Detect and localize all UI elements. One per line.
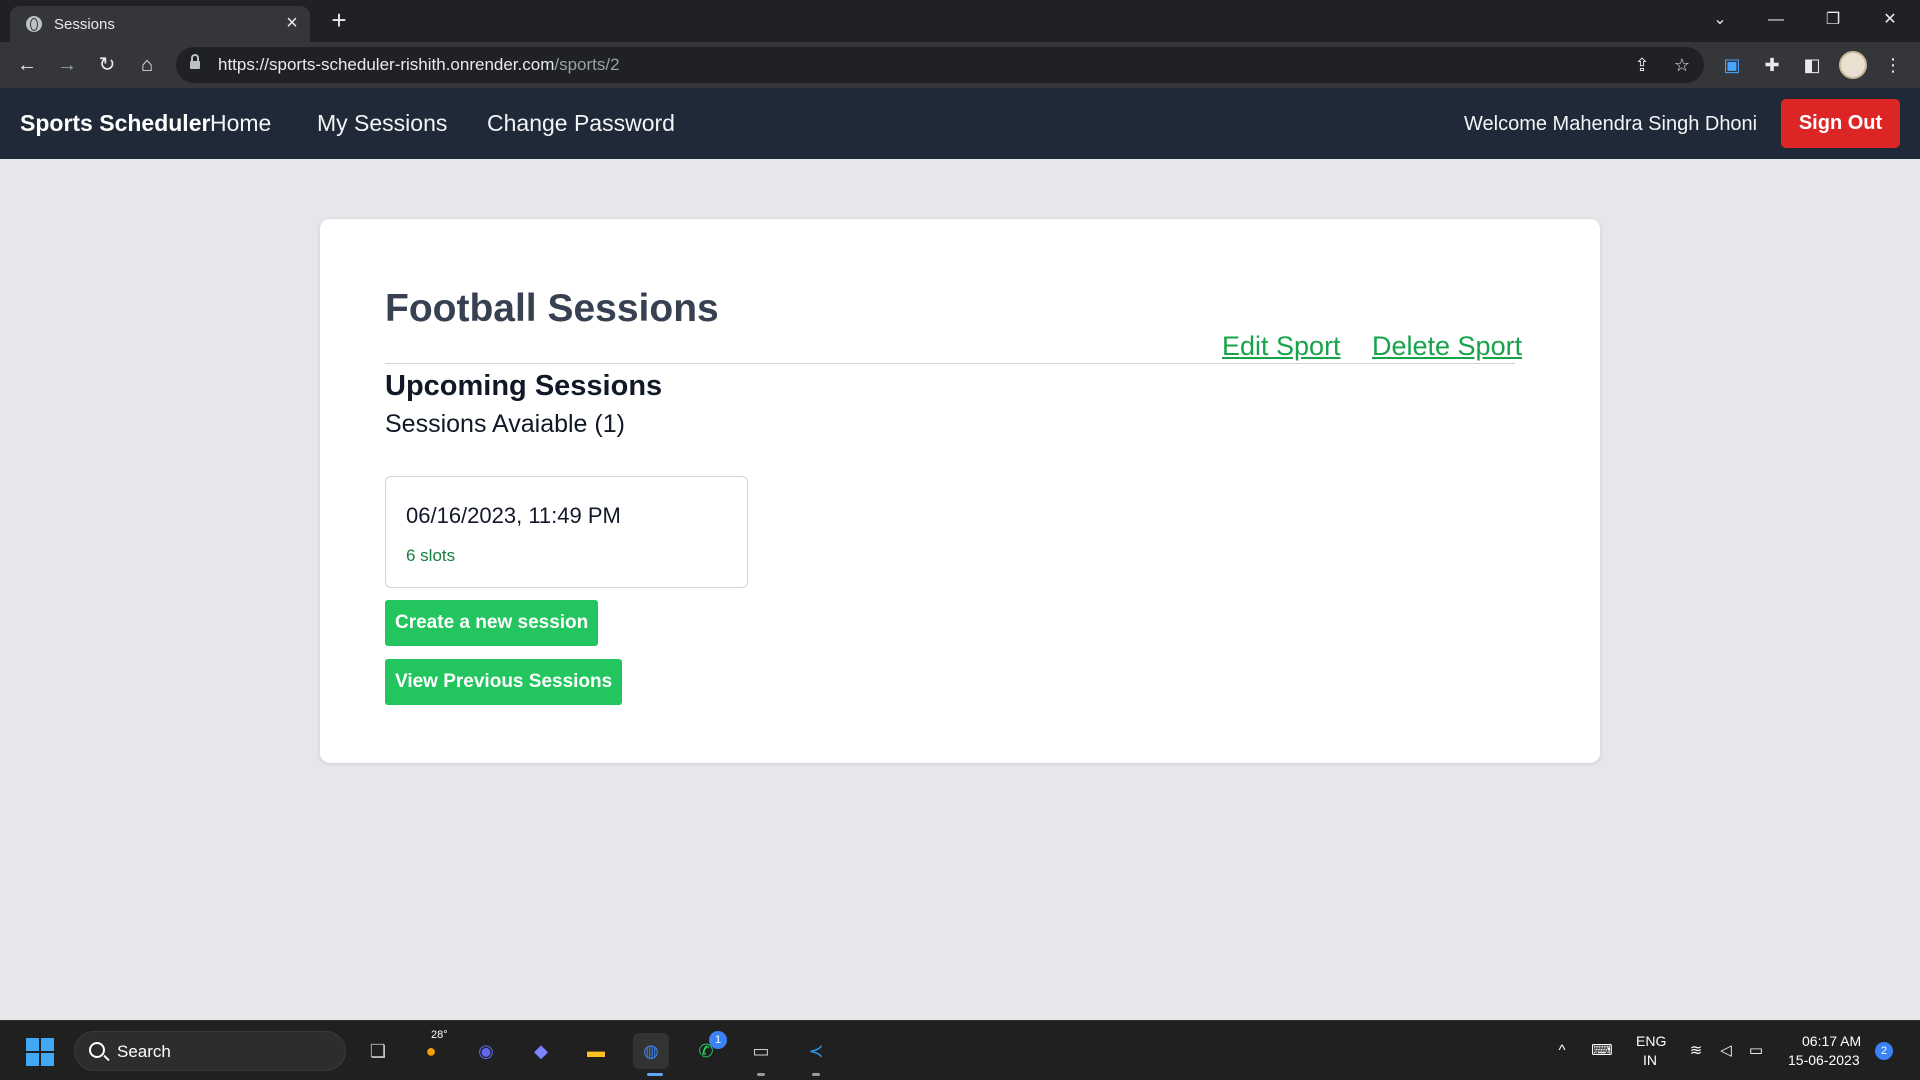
clock-date[interactable]: 15-06-2023 [1788,1052,1860,1068]
brand-logo-text[interactable]: Sports Scheduler [20,110,210,137]
welcome-message: Welcome Mahendra Singh Dhoni [1464,113,1758,135]
tab-search-chevron-icon[interactable]: ⌄ [1700,6,1740,34]
session-datetime: 06/16/2023, 11:49 PM [406,503,621,528]
language-indicator[interactable]: ENG [1636,1033,1666,1049]
back-arrow-icon[interactable]: ← [12,50,42,80]
vscode-running-indicator [812,1073,820,1076]
windows-start-icon[interactable] [26,1038,54,1066]
windows-taskbar: Search ❏ ● 28° ◉ ◆ ▬ ◍ ✆ 1 ▭ ≺ ^ ⌨ ENG I… [0,1020,1920,1080]
keyboard-icon[interactable]: ⌨ [1590,1039,1614,1063]
bookmark-star-icon[interactable]: ☆ [1670,53,1694,77]
tab-title: Sessions [54,16,115,33]
weather-temperature: 28° [431,1029,448,1041]
app-navbar: Sports Scheduler Home My Sessions Change… [0,88,1920,159]
chrome-active-indicator [647,1073,663,1076]
nav-link-home[interactable]: Home [210,110,271,137]
session-slots: 6 slots [406,546,456,565]
create-session-button[interactable]: Create a new session [385,600,599,646]
taskbar-search-box[interactable]: Search [74,1031,346,1071]
notification-badge[interactable]: 2 [1875,1042,1893,1060]
sessions-available-count: Sessions Avaiable (1) [385,410,625,438]
file-explorer-icon[interactable]: ▬ [578,1033,614,1069]
screenshot-extension-icon[interactable]: ▣ [1717,50,1747,80]
restore-icon[interactable]: ❐ [1813,6,1853,34]
terminal-running-indicator [757,1073,765,1076]
sign-out-button[interactable]: Sign Out [1781,99,1900,148]
close-window-icon[interactable]: ✕ [1870,6,1910,34]
delete-sport-link[interactable]: Delete Sport [1372,331,1522,362]
sport-sessions-card: Football Sessions Edit Sport Delete Spor… [320,219,1600,763]
whatsapp-badge: 1 [709,1031,727,1049]
url-text[interactable]: https://sports-scheduler-rishith.onrende… [218,55,620,75]
address-bar[interactable]: https://sports-scheduler-rishith.onrende… [176,47,1704,83]
taskbar-search-label: Search [117,1042,171,1061]
region-indicator[interactable]: IN [1643,1052,1657,1068]
page-title: Football Sessions [385,287,719,330]
volume-icon[interactable]: ◁ [1714,1039,1738,1063]
browser-tab[interactable]: Sessions × [10,6,310,42]
home-icon[interactable]: ⌂ [132,50,162,80]
url-path: /sports/2 [554,55,620,74]
extensions-puzzle-icon[interactable]: ✚ [1757,50,1787,80]
nav-link-change-password[interactable]: Change Password [487,110,675,137]
session-card[interactable]: 06/16/2023, 11:49 PM 6 slots [385,476,748,588]
reload-icon[interactable]: ↻ [92,50,122,80]
nav-link-my-sessions[interactable]: My Sessions [317,110,447,137]
terminal-icon[interactable]: ▭ [743,1033,779,1069]
share-icon[interactable]: ⇪ [1630,53,1654,77]
browser-tab-bar: Sessions × + ⌄ — ❐ ✕ [0,0,1920,42]
minimize-icon[interactable]: — [1756,6,1796,34]
search-icon [89,1042,105,1058]
url-host: https://sports-scheduler-rishith.onrende… [218,55,555,74]
battery-icon[interactable]: ▭ [1744,1039,1768,1063]
vscode-icon[interactable]: ≺ [798,1033,834,1069]
forward-arrow-icon[interactable]: → [52,50,82,80]
profile-avatar[interactable] [1839,51,1867,79]
edit-sport-link[interactable]: Edit Sport [1222,331,1341,362]
clock-time[interactable]: 06:17 AM [1802,1033,1861,1049]
title-divider [385,363,1515,364]
more-menu-icon[interactable]: ⋮ [1878,50,1908,80]
globe-icon [26,16,42,32]
lock-icon[interactable] [190,54,200,70]
view-previous-sessions-button[interactable]: View Previous Sessions [385,659,623,705]
upcoming-sessions-heading: Upcoming Sessions [385,370,663,402]
teams-chat-icon[interactable]: ◉ [468,1033,504,1069]
task-view-icon[interactable]: ❏ [360,1033,396,1069]
close-tab-icon[interactable]: × [282,13,302,33]
browser-toolbar: ← → ↻ ⌂ https://sports-scheduler-rishith… [0,42,1920,88]
chrome-icon[interactable]: ◍ [633,1033,669,1069]
wifi-icon[interactable]: ≋ [1684,1039,1708,1063]
side-panel-icon[interactable]: ◧ [1797,50,1827,80]
show-hidden-icons-chevron-icon[interactable]: ^ [1550,1039,1574,1063]
copilot-icon[interactable]: ◆ [523,1033,559,1069]
new-tab-icon[interactable]: + [325,6,353,34]
